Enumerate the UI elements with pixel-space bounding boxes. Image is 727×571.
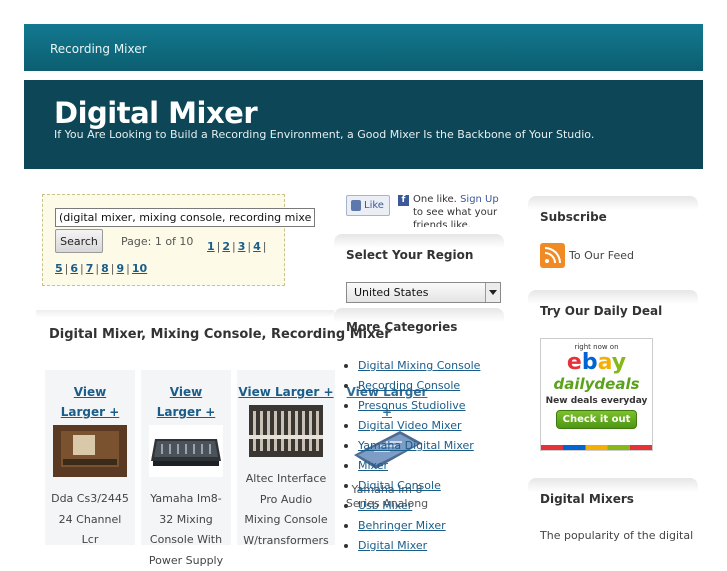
list-item: Digital Console [344,476,480,496]
product-card: View Larger + Altec Interface Pro Audio … [237,370,335,547]
list-item: Mixer [344,456,480,476]
region-selected-value: United States [354,286,429,299]
ebay-logo: ebay [566,350,627,375]
facebook-like-button[interactable]: Like [346,195,390,216]
page-link-5[interactable]: 5 [55,262,63,275]
subscribe-heading: Subscribe [540,210,607,224]
category-link[interactable]: Behringer Mixer [358,519,446,532]
site-tagline: If You Are Looking to Build a Recording … [54,128,595,141]
list-item: Usb Mixer [344,496,480,516]
page-separator: | [95,262,100,275]
product-image[interactable] [149,425,223,477]
section-divider [36,310,334,318]
ad-tagline: New deals everyday [545,396,648,406]
daily-deal-heading: Try Our Daily Deal [540,304,663,318]
category-link[interactable]: Digital Mixer [358,539,427,552]
facebook-signup-link[interactable]: Sign Up [460,194,499,205]
results-heading: Digital Mixer, Mixing Console, Recording… [49,327,391,342]
page-separator: | [80,262,84,275]
top-nav-bar: Recording Mixer [24,24,703,71]
widget-top-fade [528,196,698,210]
product-image[interactable] [249,405,323,457]
nav-link-recording-mixer[interactable]: Recording Mixer [50,42,147,56]
list-item: Recording Console [344,376,480,396]
check-it-out-button[interactable]: Check it out [555,410,638,429]
product-name: Dda Cs3/2445 24 Channel Lcr [51,492,129,546]
widget-top-fade [334,234,504,248]
ad-color-strip [541,445,652,450]
pagination-row-2: 5 | 6 | 7 | 8 | 9 | 10 [55,257,147,276]
page-link-7[interactable]: 7 [86,262,94,275]
product-name: Yamaha Im8-32 Mixing Console With Power … [148,492,224,567]
page-separator: | [216,240,221,253]
thumbs-up-icon [351,200,361,211]
category-link[interactable]: Recording Console [358,379,460,392]
product-image[interactable] [53,425,127,477]
view-larger-link[interactable]: View Larger + [237,382,335,402]
page-separator: | [126,262,130,275]
facebook-like-text: One like. Sign Up to see what your frien… [413,193,505,227]
product-card: View Larger + Yamaha Im8-32 Mixing Conso… [141,370,231,567]
page-link-3[interactable]: 3 [238,240,246,253]
list-item: Behringer Mixer [344,516,480,536]
widget-top-fade [528,290,698,304]
like-label: Like [364,200,384,211]
page-link-10[interactable]: 10 [132,262,147,275]
page-separator: | [262,240,267,253]
page-link-2[interactable]: 2 [222,240,230,253]
category-list: Digital Mixing Console Recording Console… [344,356,480,556]
view-larger-link[interactable]: View Larger + [149,382,223,422]
list-item: Digital Video Mixer [344,416,480,436]
page-separator: | [64,262,69,275]
page-link-4[interactable]: 4 [253,240,261,253]
category-link[interactable]: Digital Console [358,479,441,492]
region-heading: Select Your Region [346,248,474,262]
category-link[interactable]: Digital Video Mixer [358,419,462,432]
page-separator: | [247,240,252,253]
digital-mixers-text: The popularity of the digital [540,529,694,542]
category-link[interactable]: Yamaha Digital Mixer [358,439,474,452]
list-item: Presonus Studiolive [344,396,480,416]
page-separator: | [110,262,115,275]
search-button[interactable]: Search [55,229,103,253]
region-select[interactable]: United States [346,282,501,303]
search-box: Search Page: 1 of 10 1|2|3|4| 5|6|7|8|9|… [42,194,315,286]
search-input[interactable] [55,208,315,227]
digital-mixers-heading: Digital Mixers [540,492,634,506]
list-item: Digital Mixing Console [344,356,480,376]
daily-deals-logo: dailydeals [553,375,640,393]
site-header: Digital Mixer If You Are Looking to Buil… [24,80,703,169]
list-item: Yamaha Digital Mixer [344,436,480,456]
page-link-9[interactable]: 9 [117,262,125,275]
widget-top-fade [528,478,698,492]
facebook-icon: f [398,195,409,206]
like-suffix-text: to see what your friends like. [413,207,498,227]
view-larger-link[interactable]: View Larger + [53,382,127,422]
list-item: Digital Mixer [344,536,480,556]
ebay-daily-deals-ad[interactable]: right now on ebay dailydeals New deals e… [540,338,653,451]
feed-link[interactable]: To Our Feed [569,249,634,262]
category-link[interactable]: Mixer [358,459,388,472]
categories-heading: More Categories [346,320,458,334]
category-link[interactable]: Presonus Studiolive [358,399,466,412]
page-link-6[interactable]: 6 [70,262,78,275]
page-info: Page: 1 of 10 [121,235,194,248]
site-title[interactable]: Digital Mixer [54,96,258,130]
product-card: View Larger + Dda Cs3/2445 24 Channel Lc… [45,370,135,546]
page-separator: | [232,240,236,253]
pagination-row-1: 1 | 2 | 3 | 4 | [207,235,269,254]
dropdown-arrow-icon[interactable] [485,283,500,302]
product-name: Altec Interface Pro Audio Mixing Console… [243,472,329,547]
category-link[interactable]: Usb Mixer [358,499,412,512]
category-link[interactable]: Digital Mixing Console [358,359,480,372]
page-link-8[interactable]: 8 [101,262,109,275]
like-count-text: One like. [413,194,457,205]
page-link-1[interactable]: 1 [207,240,215,253]
rss-icon[interactable] [540,243,565,268]
